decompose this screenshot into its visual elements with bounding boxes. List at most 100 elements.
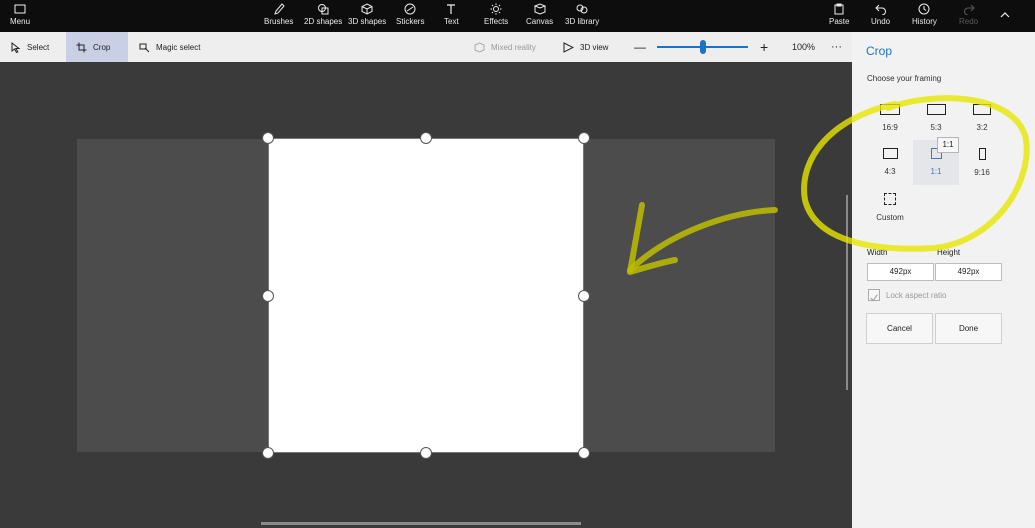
ratio-4-3-icon bbox=[882, 148, 898, 159]
crop-label: Crop bbox=[93, 42, 111, 52]
crop-icon bbox=[76, 42, 87, 52]
shapes-2d-label: 2D shapes bbox=[304, 17, 343, 26]
clipboard-icon bbox=[834, 3, 844, 15]
undo-label: Undo bbox=[871, 17, 891, 26]
framing-3-2-label: 3:2 bbox=[976, 123, 988, 132]
framing-3-2[interactable]: 3:2 bbox=[959, 96, 1005, 141]
chevron-up-icon[interactable] bbox=[1000, 10, 1010, 20]
effects-button[interactable]: Effects bbox=[484, 3, 508, 31]
shapes-3d-label: 3D shapes bbox=[348, 17, 387, 26]
framing-4-3-label: 4:3 bbox=[884, 167, 896, 176]
history-label: History bbox=[912, 17, 937, 26]
width-label: Width bbox=[867, 248, 888, 257]
cancel-button[interactable]: Cancel bbox=[866, 313, 933, 344]
crop-handle-top[interactable] bbox=[420, 132, 432, 144]
redo-label: Redo bbox=[959, 17, 979, 26]
canvas-icon bbox=[533, 3, 546, 15]
library-3d-icon bbox=[576, 4, 588, 14]
crop-handle-bottom-left[interactable] bbox=[262, 447, 274, 459]
framing-5-3[interactable]: 5:3 bbox=[913, 96, 959, 141]
view-3d-icon bbox=[563, 41, 574, 53]
cursor-icon bbox=[11, 41, 21, 53]
effects-label: Effects bbox=[484, 17, 509, 26]
folder-icon bbox=[14, 4, 26, 14]
ratio-5-3-icon bbox=[926, 104, 946, 115]
stickers-label: Stickers bbox=[396, 17, 425, 26]
select-button[interactable]: Select bbox=[10, 32, 49, 62]
framing-subtitle: Choose your framing bbox=[867, 74, 942, 83]
crop-handle-top-right[interactable] bbox=[578, 132, 590, 144]
undo-icon bbox=[874, 4, 886, 15]
height-input[interactable]: 492px bbox=[935, 263, 1002, 281]
framing-tooltip: 1:1 bbox=[937, 137, 959, 153]
library-3d-button[interactable]: 3D library bbox=[565, 3, 599, 31]
text-icon bbox=[447, 4, 456, 14]
clock-icon bbox=[918, 3, 930, 15]
history-button[interactable]: History bbox=[912, 3, 937, 31]
zoom-level: 100% bbox=[792, 42, 816, 52]
menu-button[interactable]: Menu bbox=[10, 3, 30, 31]
vertical-scrollbar[interactable] bbox=[846, 195, 848, 390]
text-button[interactable]: Text bbox=[444, 3, 459, 31]
crop-handle-bottom-right[interactable] bbox=[578, 447, 590, 459]
checkmark-icon bbox=[870, 294, 878, 302]
mixed-reality-label: Mixed reality bbox=[491, 42, 536, 52]
cube-icon bbox=[361, 3, 373, 15]
magic-select-label: Magic select bbox=[156, 42, 201, 52]
zoom-out-button[interactable]: — bbox=[634, 32, 646, 62]
lock-aspect-checkbox[interactable] bbox=[868, 289, 880, 302]
framing-custom[interactable]: Custom bbox=[867, 185, 913, 230]
redo-icon bbox=[963, 4, 975, 15]
shapes-2d-icon bbox=[318, 4, 329, 15]
crop-handle-top-left[interactable] bbox=[262, 132, 274, 144]
magic-select-icon bbox=[139, 43, 150, 52]
height-label: Height bbox=[937, 248, 961, 257]
view-3d-label: 3D view bbox=[580, 42, 609, 52]
sticker-icon bbox=[404, 3, 416, 15]
crop-handle-left[interactable] bbox=[262, 290, 274, 302]
sun-icon bbox=[490, 3, 502, 15]
framing-9-16[interactable]: 9:16 bbox=[959, 140, 1005, 185]
crop-handle-right[interactable] bbox=[578, 290, 590, 302]
framing-4-3[interactable]: 4:3 bbox=[867, 140, 913, 185]
zoom-slider-thumb[interactable] bbox=[700, 40, 706, 54]
framing-1-1-label: 1:1 bbox=[930, 167, 942, 176]
paste-button[interactable]: Paste bbox=[829, 3, 849, 31]
redo-button[interactable]: Redo bbox=[959, 3, 978, 31]
mixed-reality-icon bbox=[474, 41, 485, 53]
framing-5-3-label: 5:3 bbox=[930, 123, 942, 132]
shapes-2d-button[interactable]: 2D shapes bbox=[304, 3, 342, 31]
framing-9-16-label: 9:16 bbox=[974, 168, 990, 177]
ratio-16-9-icon bbox=[880, 104, 900, 115]
crop-handle-bottom[interactable] bbox=[420, 447, 432, 459]
mixed-reality-button[interactable]: Mixed reality bbox=[474, 32, 536, 62]
ratio-9-16-icon bbox=[978, 148, 986, 160]
view-3d-button[interactable]: 3D view bbox=[563, 32, 608, 62]
menu-label: Menu bbox=[10, 17, 31, 26]
stickers-button[interactable]: Stickers bbox=[396, 3, 424, 31]
done-button[interactable]: Done bbox=[935, 313, 1002, 344]
ratio-3-2-icon bbox=[973, 104, 991, 115]
shapes-3d-button[interactable]: 3D shapes bbox=[348, 3, 386, 31]
select-label: Select bbox=[27, 42, 50, 52]
brushes-label: Brushes bbox=[264, 17, 294, 26]
framing-16-9[interactable]: 16:9 bbox=[867, 96, 913, 141]
width-input[interactable]: 492px bbox=[867, 263, 934, 281]
magic-select-button[interactable]: Magic select bbox=[139, 32, 200, 62]
framing-16-9-label: 16:9 bbox=[882, 123, 898, 132]
crop-button[interactable]: Crop bbox=[66, 32, 128, 62]
canvas-button[interactable]: Canvas bbox=[526, 3, 553, 31]
library-3d-label: 3D library bbox=[565, 17, 600, 26]
brushes-button[interactable]: Brushes bbox=[264, 3, 293, 31]
more-options-button[interactable]: ··· bbox=[831, 32, 842, 62]
undo-button[interactable]: Undo bbox=[871, 3, 890, 31]
crop-region[interactable] bbox=[268, 138, 584, 453]
brush-icon bbox=[273, 3, 285, 15]
top-toolbar: Menu Brushes 2D shapes 3D shapes Sticker… bbox=[0, 0, 1035, 32]
canvas-label: Canvas bbox=[526, 17, 554, 26]
paste-label: Paste bbox=[829, 17, 850, 26]
zoom-in-button[interactable]: + bbox=[760, 32, 768, 62]
framing-custom-label: Custom bbox=[876, 213, 904, 222]
lock-aspect-label: Lock aspect ratio bbox=[886, 291, 947, 300]
horizontal-scrollbar[interactable] bbox=[261, 522, 581, 525]
